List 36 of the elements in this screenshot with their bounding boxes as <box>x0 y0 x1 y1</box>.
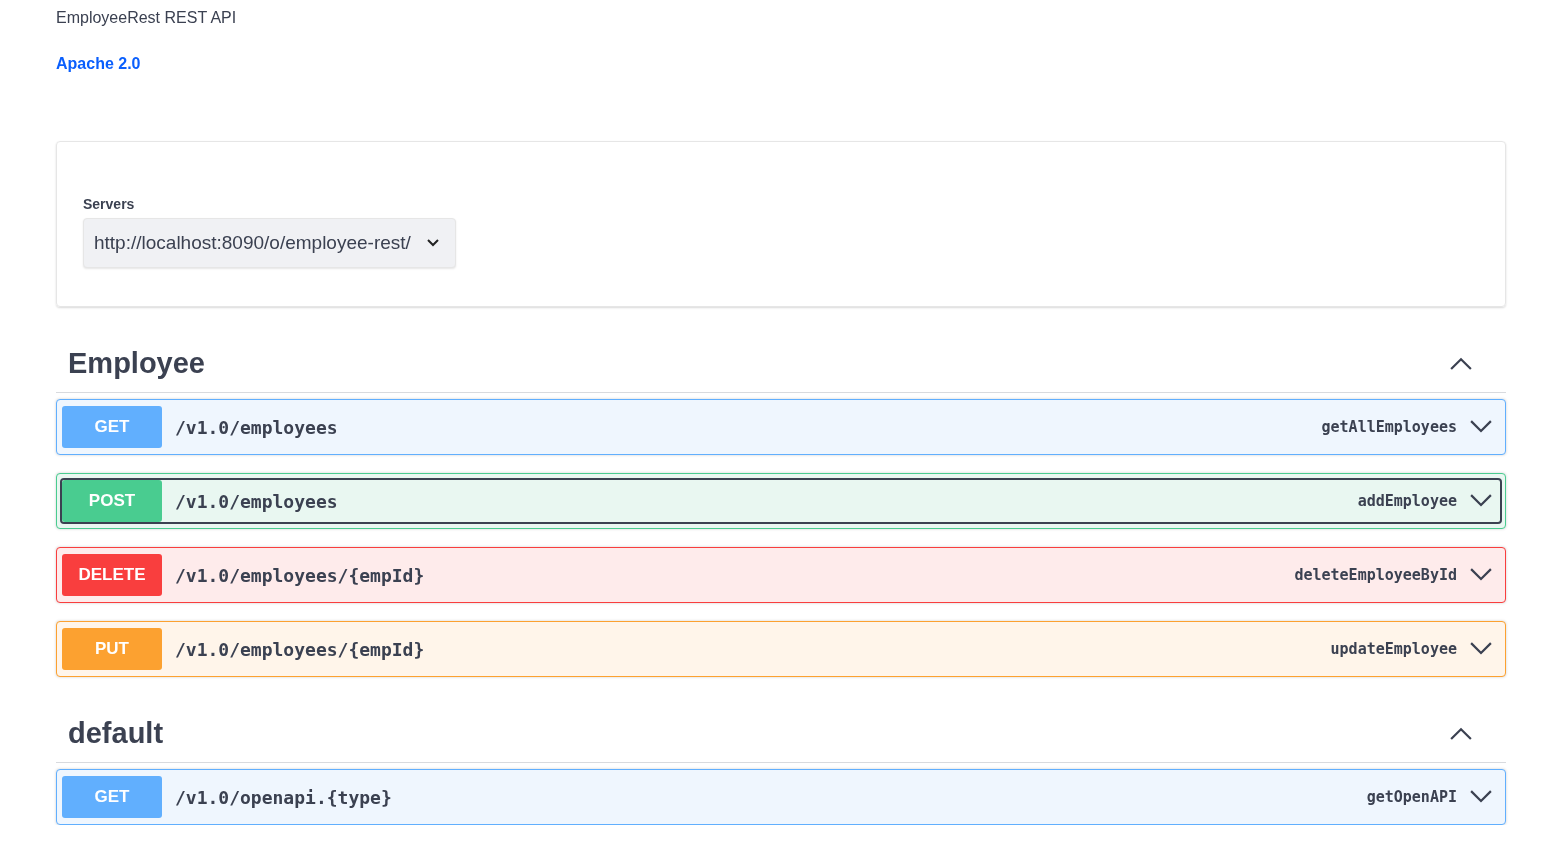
operation-id: getOpenAPI <box>1366 788 1457 806</box>
servers-label: Servers <box>83 196 135 212</box>
chevron-down-icon[interactable] <box>1470 790 1492 804</box>
chevron-down-icon[interactable] <box>1470 568 1492 582</box>
operation-summary[interactable]: PUT /v1.0/employees/{empId} updateEmployee <box>60 626 1502 672</box>
operation-summary[interactable]: GET /v1.0/employees getAllEmployees <box>60 404 1502 450</box>
method-badge: POST <box>62 480 162 522</box>
operation-summary[interactable]: DELETE /v1.0/employees/{empId} deleteEmployeeById <box>60 552 1502 598</box>
endpoint-path: /v1.0/employees <box>175 416 339 438</box>
chevron-up-icon[interactable] <box>1450 726 1472 741</box>
license-link[interactable]: Apache 2.0 <box>56 54 141 74</box>
section-title: default <box>68 717 164 750</box>
endpoint-path: /v1.0/employees/{empId} <box>175 564 426 586</box>
operation-id: deleteEmployeeById <box>1294 566 1457 584</box>
method-badge: GET <box>62 776 162 818</box>
server-select[interactable]: http://localhost:8090/o/employee-rest/ <box>83 218 456 268</box>
section-header[interactable]: Employee <box>56 343 1506 393</box>
chevron-down-icon <box>426 239 439 247</box>
section-title: Employee <box>68 347 205 380</box>
chevron-up-icon[interactable] <box>1450 356 1472 371</box>
endpoint-path: /v1.0/openapi.{type} <box>175 786 393 808</box>
section-header[interactable]: default <box>56 713 1506 763</box>
method-badge: PUT <box>62 628 162 670</box>
operation-id: addEmployee <box>1357 492 1457 510</box>
operation-id: updateEmployee <box>1330 640 1457 658</box>
method-badge: DELETE <box>62 554 162 596</box>
chevron-down-icon[interactable] <box>1470 642 1492 656</box>
endpoint-path: /v1.0/employees <box>175 490 339 512</box>
operation-summary[interactable]: POST /v1.0/employees addEmployee <box>60 478 1502 524</box>
operation-id: getAllEmployees <box>1321 418 1457 436</box>
method-badge: GET <box>62 406 162 448</box>
operation-summary[interactable]: GET /v1.0/openapi.{type} getOpenAPI <box>60 774 1502 820</box>
chevron-down-icon[interactable] <box>1470 420 1492 434</box>
endpoint-path: /v1.0/employees/{empId} <box>175 638 426 660</box>
chevron-down-icon[interactable] <box>1470 494 1492 508</box>
api-title: EmployeeRest REST API <box>56 8 238 28</box>
